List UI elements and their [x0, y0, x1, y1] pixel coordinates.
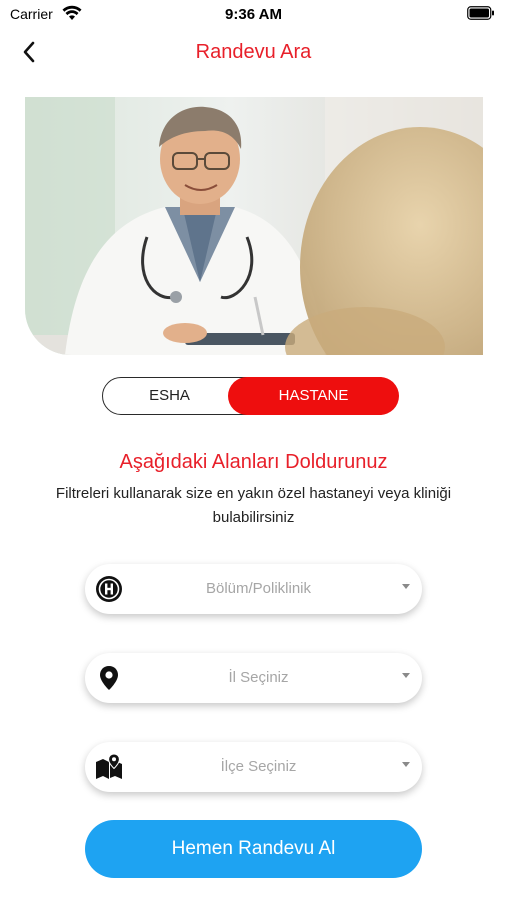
department-placeholder: Bölüm/Poliklinik	[205, 580, 312, 597]
hero-doctor-photo	[25, 97, 483, 355]
navigation-bar: Randevu Ara	[0, 30, 507, 74]
province-placeholder: İl Seçiniz	[228, 669, 289, 686]
book-appointment-button[interactable]: Hemen Randevu Al	[85, 820, 422, 878]
district-placeholder: İlçe Seçiniz	[220, 758, 297, 775]
toggle-hastane[interactable]: HASTANE	[228, 376, 399, 415]
map-pin-icon	[96, 753, 122, 779]
battery-icon	[467, 6, 494, 20]
page-title: Randevu Ara	[195, 41, 312, 63]
chevron-down-icon	[402, 673, 410, 678]
department-select[interactable]: Bölüm/Poliklinik	[85, 564, 422, 614]
location-pin-icon	[100, 666, 118, 690]
province-select[interactable]: İl Seçiniz	[85, 653, 422, 703]
chevron-down-icon	[402, 762, 410, 767]
doctor-illustration	[25, 97, 483, 355]
status-bar: Carrier 9:36 AM	[0, 0, 507, 28]
type-toggle: ESHA HASTANE	[102, 376, 399, 415]
form-description: Filtreleri kullanarak size en yakın özel…	[55, 485, 452, 526]
status-time: 9:36 AM	[225, 6, 282, 23]
form-heading: Aşağıdaki Alanları Doldurunuz	[119, 451, 388, 473]
hospital-icon	[96, 576, 122, 602]
district-select[interactable]: İlçe Seçiniz	[85, 742, 422, 792]
toggle-esha[interactable]: ESHA	[103, 378, 236, 413]
chevron-down-icon	[402, 584, 410, 589]
